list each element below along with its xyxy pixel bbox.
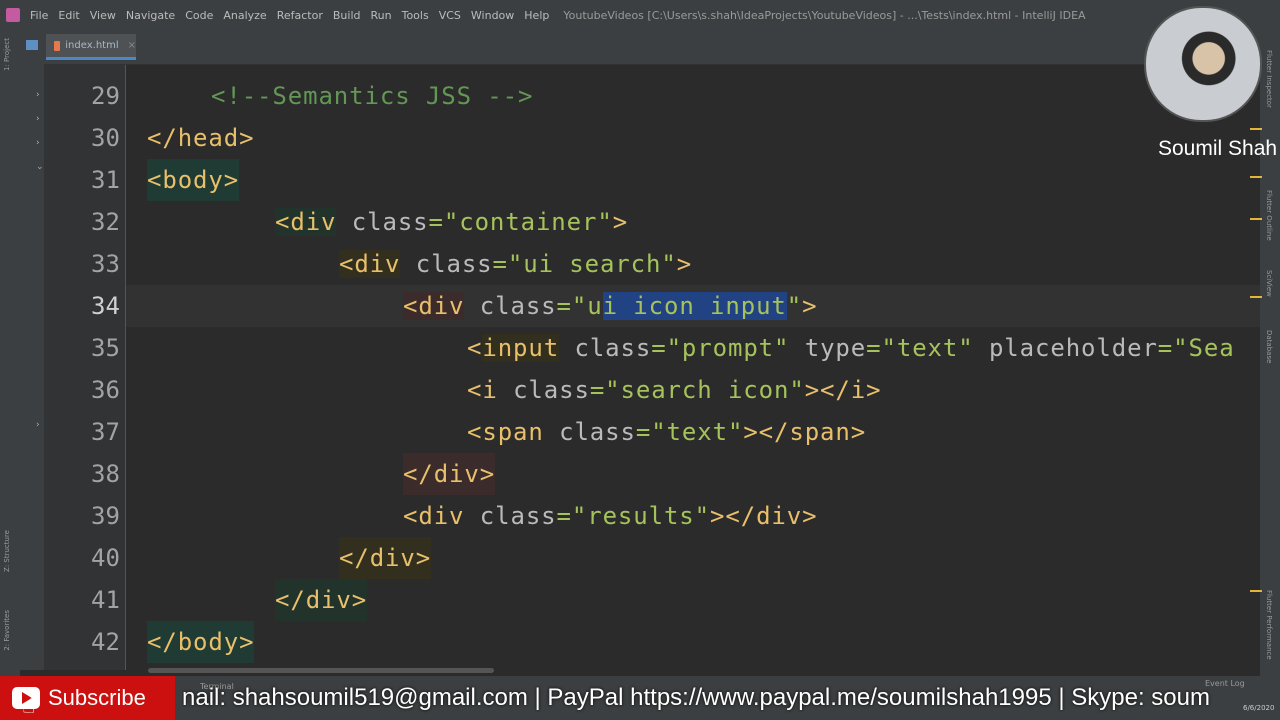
line-number: 40 bbox=[91, 544, 120, 572]
contact-ticker: nail: shahsoumil519@gmail.com | PayPal h… bbox=[182, 684, 1210, 711]
code-line: </div> bbox=[275, 579, 368, 621]
line-number: 31 bbox=[91, 166, 120, 194]
code-line: </head> bbox=[147, 124, 255, 152]
tab-index-html[interactable]: index.html × bbox=[46, 34, 136, 60]
project-view-icon[interactable] bbox=[26, 40, 38, 50]
presenter-webcam bbox=[1144, 6, 1262, 122]
code-line: <div class="ui search"> bbox=[339, 250, 693, 278]
expand-arrow-icon[interactable]: › bbox=[36, 138, 40, 148]
menu-file[interactable]: File bbox=[26, 9, 54, 22]
scroll-marker[interactable] bbox=[1250, 296, 1262, 298]
expand-arrow-icon[interactable]: › bbox=[36, 90, 40, 100]
editor-tab-bar: index.html × bbox=[44, 30, 1260, 65]
code-line: <div class="results"></div> bbox=[403, 502, 818, 530]
hand-cursor-icon: ☝ bbox=[22, 694, 36, 719]
line-number-current: 34 bbox=[91, 292, 120, 320]
menu-edit[interactable]: Edit bbox=[54, 9, 85, 22]
left-tool-strip: 1: Project Z: Structure 2: Favorites bbox=[0, 30, 20, 690]
menu-help[interactable]: Help bbox=[520, 9, 555, 22]
right-tool-strip: Flutter Inspector Flutter Outline SciVie… bbox=[1260, 30, 1280, 690]
menu-build[interactable]: Build bbox=[329, 9, 367, 22]
database-tab[interactable]: Database bbox=[1265, 330, 1273, 363]
menu-run[interactable]: Run bbox=[367, 9, 398, 22]
menu-bar: File Edit View Navigate Code Analyze Ref… bbox=[0, 0, 1280, 30]
line-number: 42 bbox=[91, 628, 120, 656]
code-editor[interactable]: <!--Semantics JSS --> </head> <body> <di… bbox=[126, 65, 1260, 670]
window-title: YoutubeVideos [C:\Users\s.shah\IdeaProje… bbox=[563, 8, 1086, 22]
code-line: <i class="search icon"></i> bbox=[467, 376, 882, 404]
line-number: 30 bbox=[91, 124, 120, 152]
code-line: <div class="container"> bbox=[275, 208, 629, 236]
subscribe-label: Subscribe bbox=[48, 685, 146, 710]
code-line: <body> bbox=[147, 159, 240, 201]
line-number: 38 bbox=[91, 460, 120, 488]
horizontal-scrollbar[interactable] bbox=[148, 668, 494, 673]
line-number: 39 bbox=[91, 502, 120, 530]
line-number: 36 bbox=[91, 376, 120, 404]
line-number: 35 bbox=[91, 334, 120, 362]
tab-label: index.html bbox=[65, 40, 119, 51]
menu-tools[interactable]: Tools bbox=[398, 9, 435, 22]
scroll-marker[interactable] bbox=[1250, 176, 1262, 178]
sciview-tab[interactable]: SciView bbox=[1265, 270, 1273, 297]
project-tool-tab[interactable]: 1: Project bbox=[3, 38, 11, 71]
flutter-performance-tab[interactable]: Flutter Performance bbox=[1265, 590, 1273, 660]
code-line: <div class="ui icon input"> bbox=[403, 292, 818, 320]
menu-window[interactable]: Window bbox=[467, 9, 520, 22]
menu-analyze[interactable]: Analyze bbox=[219, 9, 272, 22]
line-number: 33 bbox=[91, 250, 120, 278]
code-line: <span class="text"></span> bbox=[467, 418, 867, 446]
line-number: 37 bbox=[91, 418, 120, 446]
collapse-arrow-icon[interactable]: ⌄ bbox=[36, 162, 44, 172]
flutter-outline-tab[interactable]: Flutter Outline bbox=[1265, 190, 1273, 241]
menu-refactor[interactable]: Refactor bbox=[273, 9, 329, 22]
project-panel: › › › ⌄ › bbox=[20, 30, 45, 670]
code-line: </body> bbox=[147, 621, 255, 663]
close-icon[interactable]: × bbox=[128, 40, 136, 51]
scroll-marker[interactable] bbox=[1250, 590, 1262, 592]
line-number: 32 bbox=[91, 208, 120, 236]
presenter-name: Soumil Shah bbox=[1158, 137, 1278, 160]
code-line: </div> bbox=[403, 453, 496, 495]
intellij-icon bbox=[6, 8, 20, 22]
html-file-icon bbox=[54, 40, 61, 51]
menu-vcs[interactable]: VCS bbox=[435, 9, 467, 22]
line-number: 41 bbox=[91, 586, 120, 614]
scroll-marker[interactable] bbox=[1250, 218, 1262, 220]
code-line: </div> bbox=[339, 537, 432, 579]
menu-code[interactable]: Code bbox=[181, 9, 219, 22]
structure-tool-tab[interactable]: Z: Structure bbox=[3, 530, 11, 572]
menu-view[interactable]: View bbox=[86, 9, 122, 22]
code-line: <input class="prompt" type="text" placeh… bbox=[467, 334, 1235, 362]
code-line: <!--Semantics JSS --> bbox=[211, 82, 534, 110]
flutter-inspector-tab[interactable]: Flutter Inspector bbox=[1265, 50, 1273, 108]
editor-gutter: 29 30 31 32 33 34 35 36 37 38 39 40 41 4… bbox=[44, 65, 153, 670]
favorites-tool-tab[interactable]: 2: Favorites bbox=[3, 610, 11, 651]
expand-arrow-icon[interactable]: › bbox=[36, 420, 40, 430]
line-number: 29 bbox=[91, 82, 120, 110]
expand-arrow-icon[interactable]: › bbox=[36, 114, 40, 124]
scroll-marker[interactable] bbox=[1250, 128, 1262, 130]
menu-navigate[interactable]: Navigate bbox=[122, 9, 181, 22]
